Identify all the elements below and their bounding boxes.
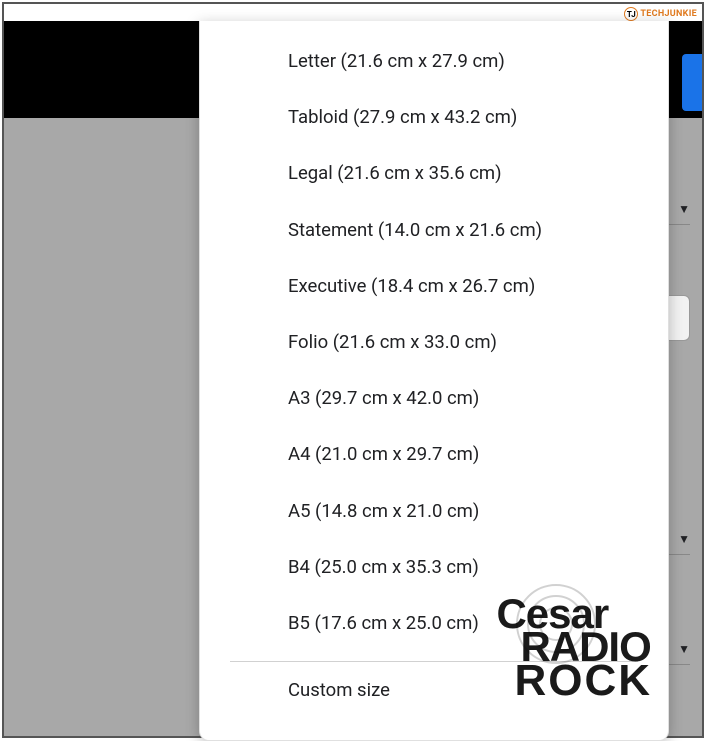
input-edge[interactable] — [666, 295, 690, 341]
paper-size-option[interactable]: Executive (18.4 cm x 26.7 cm) — [200, 258, 668, 314]
paper-size-option[interactable]: B4 (25.0 cm x 35.3 cm) — [200, 539, 668, 595]
paper-size-option[interactable]: Statement (14.0 cm x 21.6 cm) — [200, 202, 668, 258]
paper-size-option[interactable]: B5 (17.6 cm x 25.0 cm) — [200, 595, 668, 651]
chevron-down-icon[interactable]: ▼ — [678, 642, 690, 656]
divider-line — [666, 224, 690, 225]
paper-size-option[interactable]: A4 (21.0 cm x 29.7 cm) — [200, 426, 668, 482]
paper-size-option[interactable]: Folio (21.6 cm x 33.0 cm) — [200, 314, 668, 370]
paper-size-option[interactable]: Tabloid (27.9 cm x 43.2 cm) — [200, 89, 668, 145]
techjunkie-watermark: TJ TECHJUNKIE — [624, 7, 697, 21]
print-button-edge[interactable] — [682, 54, 702, 111]
top-strip: TJ TECHJUNKIE — [4, 4, 702, 21]
chevron-down-icon[interactable]: ▼ — [678, 532, 690, 546]
paper-size-option[interactable]: A3 (29.7 cm x 42.0 cm) — [200, 370, 668, 426]
app-frame: TJ TECHJUNKIE ▼ ▼ ▼ Letter (21.6 cm x 27… — [2, 2, 704, 738]
paper-size-option[interactable]: Legal (21.6 cm x 35.6 cm) — [200, 145, 668, 201]
chevron-down-icon[interactable]: ▼ — [678, 202, 690, 216]
tj-icon: TJ — [624, 7, 638, 21]
divider-line — [666, 664, 690, 665]
custom-size-option[interactable]: Custom size — [200, 662, 668, 718]
paper-size-option[interactable]: A5 (14.8 cm x 21.0 cm) — [200, 483, 668, 539]
paper-size-dropdown: Letter (21.6 cm x 27.9 cm) Tabloid (27.9… — [199, 21, 669, 741]
paper-size-option[interactable]: Letter (21.6 cm x 27.9 cm) — [200, 33, 668, 89]
techjunkie-label: TECHJUNKIE — [640, 9, 697, 19]
divider-line — [666, 554, 690, 555]
